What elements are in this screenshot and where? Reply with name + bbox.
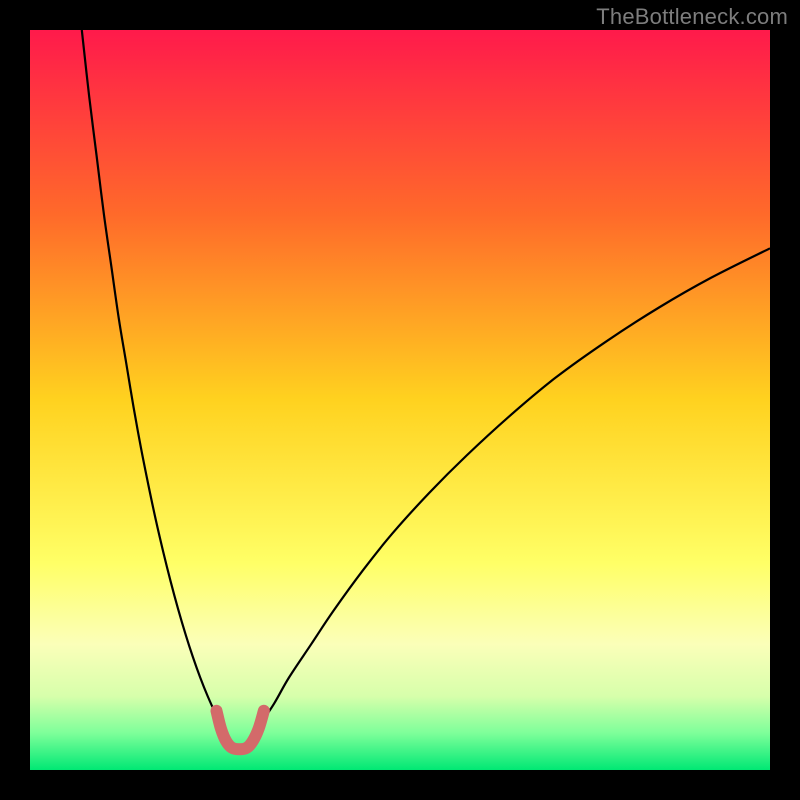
chart-svg bbox=[30, 30, 770, 770]
plot-area bbox=[30, 30, 770, 770]
chart-background bbox=[30, 30, 770, 770]
watermark-text: TheBottleneck.com bbox=[596, 4, 788, 30]
chart-frame: TheBottleneck.com bbox=[0, 0, 800, 800]
